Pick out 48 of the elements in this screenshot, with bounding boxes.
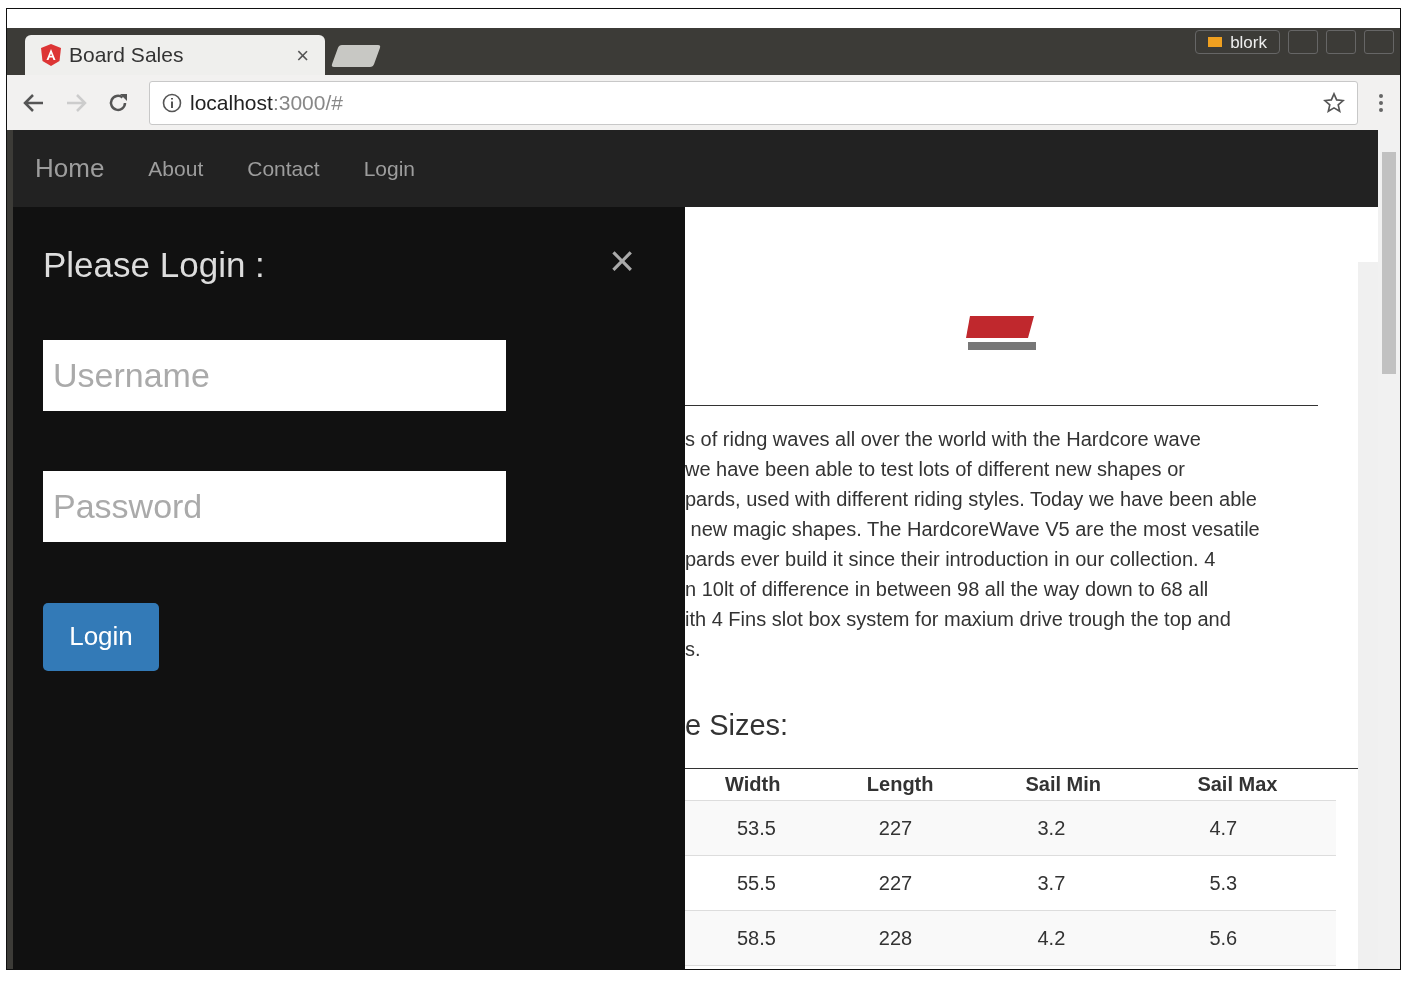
table-cell: 53.5 [685, 800, 827, 856]
table-cell: 5.3 [1157, 855, 1336, 911]
user-badge[interactable]: blork [1195, 30, 1280, 54]
close-button[interactable]: × [609, 239, 635, 283]
shield-logo-icon [41, 44, 61, 66]
description-paragraph: s of ridng waves all over the world with the Hardcore wave we have been able to test lots of different new shapes or pards, used with different riding styles. Today we have been able new magic shapes. The HardcoreWave V5 are the most vesatile pards ever build it since their introduction in our collection. 4 n 10lt of difference in between 98 all the way down to 68 all ith 4 Fins slot box system for maxium drive trough the top and s. [685, 427, 1261, 662]
url-text: localhost:3000/# [190, 89, 343, 116]
table-cell: 228 [826, 910, 986, 966]
tab-title: Board Sales [69, 42, 184, 69]
info-icon [162, 92, 182, 113]
login-button[interactable]: Login [43, 602, 159, 671]
column-header: Length [826, 768, 986, 801]
column-header: Width [685, 768, 827, 801]
section-heading: e Sizes: [685, 704, 1358, 769]
star-icon[interactable] [1323, 91, 1345, 114]
table-cell: 3.7 [985, 855, 1158, 911]
maximize-button[interactable] [1326, 30, 1356, 54]
nav-link[interactable]: Contact [247, 152, 320, 185]
back-arrow-icon[interactable] [23, 92, 45, 113]
home-link[interactable]: Home [35, 149, 105, 188]
table-cell: 3.2 [985, 800, 1158, 856]
reload-icon[interactable] [107, 91, 129, 114]
menu-icon[interactable] [1378, 92, 1384, 113]
nav-link[interactable]: Login [363, 152, 415, 185]
inner-scrollbar[interactable] [1358, 262, 1378, 969]
new-tab-button[interactable] [331, 45, 381, 67]
minimize-button[interactable] [1288, 30, 1318, 54]
tab-close-button[interactable]: × [296, 38, 309, 72]
login-title: Please Login : [43, 244, 265, 286]
browser-tab[interactable]: Board Sales × [25, 35, 325, 75]
user-icon [1208, 37, 1223, 47]
column-header: Sail Max [1157, 768, 1336, 801]
username-field[interactable]: Username [43, 339, 506, 411]
table-cell: 55.5 [685, 855, 827, 911]
scrollbar-thumb[interactable] [1382, 152, 1396, 374]
window-close-button[interactable] [1364, 30, 1394, 54]
forward-arrow-icon[interactable] [65, 92, 87, 113]
table-cell: 5.6 [1157, 910, 1336, 966]
table-cell: 227 [826, 800, 986, 856]
table-cell: 4.2 [985, 910, 1158, 966]
nav-link[interactable]: About [148, 152, 204, 185]
address-bar[interactable]: localhost:3000/# [149, 80, 1358, 125]
column-header: Sail Min [985, 768, 1158, 801]
user-name: blork [1230, 33, 1267, 51]
table-cell: 227 [826, 855, 986, 911]
table-cell: 58.5 [685, 910, 827, 966]
password-field[interactable]: Password [43, 470, 506, 542]
table-cell: 4.7 [1157, 800, 1336, 856]
